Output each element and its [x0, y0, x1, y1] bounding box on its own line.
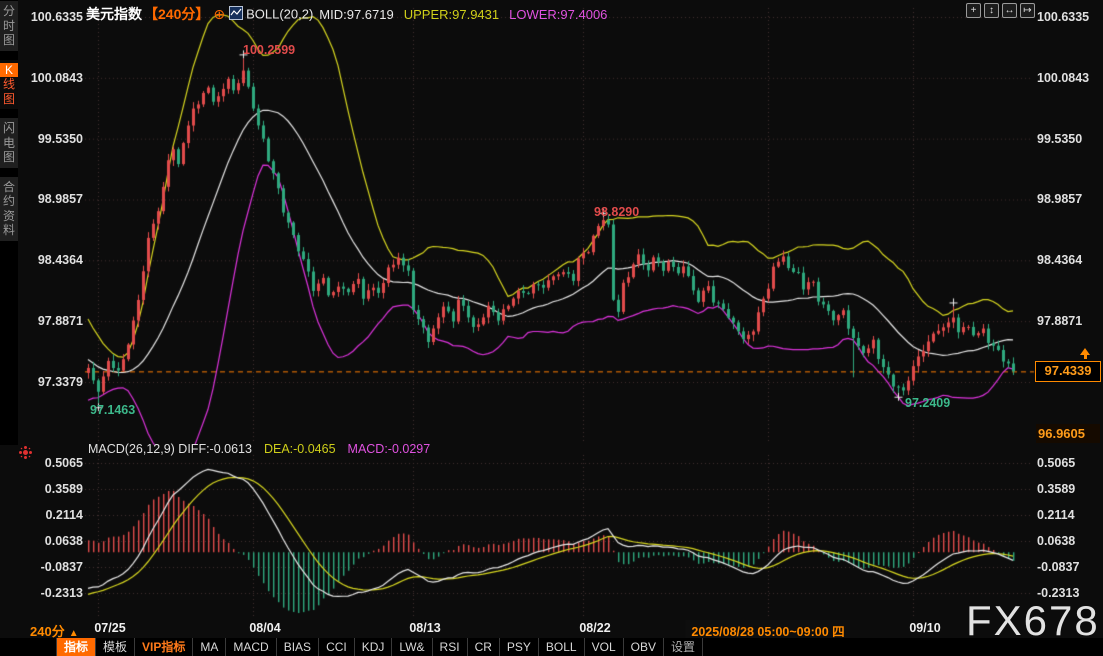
price-tick-label-left: 97.3379: [21, 375, 83, 389]
sidebar-tab-contract-info-char: 合: [0, 180, 18, 195]
sidebar-tab-time-chart-char: 分: [0, 4, 18, 19]
macd-diff-value: MACD(26,12,9) DIFF:-0.0613: [88, 442, 252, 456]
zoom-horizontal-axis-icon[interactable]: ↔: [1002, 3, 1017, 18]
sidebar-tab-kline-chart[interactable]: K线图: [0, 60, 18, 110]
macd-tick-label-right: -0.2313: [1037, 586, 1079, 600]
macd-hist-value: MACD:-0.0297: [348, 442, 431, 456]
sidebar-tab-time-chart-char: 图: [0, 33, 18, 48]
period-selector-label[interactable]: 240分: [30, 624, 65, 639]
sidebar-tab-time-chart[interactable]: 分时图: [0, 1, 18, 51]
shift-right-icon[interactable]: ↦: [1020, 3, 1035, 18]
candlestick-mini-icon[interactable]: [229, 6, 243, 23]
price-annotation: 100.2599: [243, 43, 295, 57]
sidebar-tab-time-chart-char: 时: [0, 19, 18, 34]
add-indicator-icon[interactable]: ⊕: [213, 6, 225, 22]
macd-tick-label-right: 0.2114: [1037, 508, 1075, 522]
sidebar-tab-flash-chart-char: 闪: [0, 121, 18, 136]
date-tick-label: 08/13: [409, 621, 440, 635]
toolbar-item-vol[interactable]: VOL: [585, 638, 624, 656]
price-tick-label-right: 99.5350: [1037, 132, 1082, 146]
price-tick-label-left: 98.9857: [21, 192, 83, 206]
macd-tick-label-left: 0.2114: [21, 508, 83, 522]
toolbar-item-vip-zhibiao[interactable]: VIP指标: [135, 638, 193, 656]
price-tick-label-left: 100.6335: [21, 10, 83, 24]
price-tick-label-left: 98.4364: [21, 253, 83, 267]
toolbar-item-obv[interactable]: OBV: [624, 638, 664, 656]
price-tick-label-right: 98.9857: [1037, 192, 1082, 206]
price-tick-label-right: 100.0843: [1037, 71, 1089, 85]
toolbar-item-macd[interactable]: MACD: [226, 638, 276, 656]
toolbar-item-cci[interactable]: CCI: [319, 638, 355, 656]
macd-tick-label-left: -0.2313: [21, 586, 83, 600]
toolbar-item-ma[interactable]: MA: [193, 638, 226, 656]
indicator-settings-icon[interactable]: [23, 450, 28, 455]
sidebar-tab-flash-chart[interactable]: 闪电图: [0, 118, 18, 168]
sidebar-tab-contract-info-char: 资: [0, 209, 18, 224]
chart-header: 美元指数【240分】⊕ BOLL(20,2) MID:97.6719 UPPER:97…: [86, 4, 607, 20]
boll-mid-value: MID:97.6719: [319, 7, 393, 22]
pan-tool-icon[interactable]: +: [966, 3, 981, 18]
date-tick-label: 09/10: [909, 621, 940, 635]
date-tick-label: 08/04: [249, 621, 280, 635]
sidebar-tab-kline-chart-char: 线: [0, 77, 18, 92]
macd-tick-label-left: 0.3589: [21, 482, 83, 496]
price-tick-label-right: 97.8871: [1037, 314, 1082, 328]
toolbar-item-shezhi[interactable]: 设置: [664, 638, 703, 656]
period-label[interactable]: 【240分】: [144, 6, 209, 22]
sidebar-tab-flash-chart-char: 电: [0, 136, 18, 151]
toolbar-item-moban[interactable]: 模板: [96, 638, 135, 656]
sidebar-tab-contract-info-char: 约: [0, 194, 18, 209]
sidebar-tab-flash-chart-char: 图: [0, 150, 18, 165]
indicator-toolbar: 指标模板VIP指标MAMACDBIASCCIKDJLW&RSICRPSYBOLL…: [0, 638, 1103, 656]
macd-tick-label-right: 0.5065: [1037, 456, 1075, 470]
sidebar-tab-contract-info-char: 料: [0, 223, 18, 238]
price-tick-label-left: 100.0843: [21, 71, 83, 85]
toolbar-item-lw[interactable]: LW&: [392, 638, 432, 656]
toolbar-item-boll[interactable]: BOLL: [539, 638, 585, 656]
macd-tick-label-left: 0.0638: [21, 534, 83, 548]
price-annotation: 97.1463: [90, 403, 135, 417]
sidebar-tab-contract-info[interactable]: 合约资料: [0, 177, 18, 241]
date-tick-label: 07/25: [94, 621, 125, 635]
zoom-vertical-axis-icon[interactable]: ↕: [984, 3, 999, 18]
macd-dea-value: DEA:-0.0465: [264, 442, 336, 456]
boll-params-label: BOLL(20,2): [246, 7, 313, 22]
price-marker-arrow-icon: [1080, 348, 1090, 355]
sidebar: 分时图K线图闪电图合约资料: [0, 0, 18, 445]
chart-window: 分时图K线图闪电图合约资料 美元指数【240分】⊕BOLL(20,2)MID:9…: [0, 0, 1103, 656]
macd-tick-label-right: 0.0638: [1037, 534, 1075, 548]
price-tick-label-right: 98.4364: [1037, 253, 1082, 267]
toolbar-item-cr[interactable]: CR: [468, 638, 500, 656]
current-price-box: 97.4339: [1035, 361, 1101, 382]
price-annotation: 97.2409: [905, 396, 950, 410]
window-tool-icons: +↕↔↦: [966, 3, 1035, 18]
session-low-box: 96.9605: [1036, 424, 1100, 443]
toolbar-item-bias[interactable]: BIAS: [277, 638, 319, 656]
macd-tick-label-right: -0.0837: [1037, 560, 1079, 574]
price-tick-label-right: 100.6335: [1037, 10, 1089, 24]
toolbar-item-rsi[interactable]: RSI: [433, 638, 468, 656]
toolbar-item-psy[interactable]: PSY: [500, 638, 539, 656]
price-annotation: 98.8290: [594, 205, 639, 219]
macd-header: MACD(26,12,9) DIFF:-0.0613 DEA:-0.0465 MAC…: [88, 442, 430, 456]
date-tick-label: 08/22: [579, 621, 610, 635]
sidebar-tab-kline-chart-char: K: [0, 63, 18, 78]
price-macd-canvas[interactable]: [0, 0, 1103, 656]
toolbar-item-kdj[interactable]: KDJ: [355, 638, 393, 656]
macd-tick-label-right: 0.3589: [1037, 482, 1075, 496]
sidebar-tab-kline-chart-char: 图: [0, 92, 18, 107]
boll-lower-value: LOWER:97.4006: [509, 7, 607, 22]
instrument-title: 美元指数: [86, 6, 142, 22]
boll-upper-value: UPPER:97.9431: [404, 7, 499, 22]
macd-tick-label-left: 0.5065: [21, 456, 83, 470]
price-tick-label-left: 99.5350: [21, 132, 83, 146]
macd-tick-label-left: -0.0837: [21, 560, 83, 574]
toolbar-item-zhibiao[interactable]: 指标: [56, 638, 96, 656]
price-tick-label-left: 97.8871: [21, 314, 83, 328]
